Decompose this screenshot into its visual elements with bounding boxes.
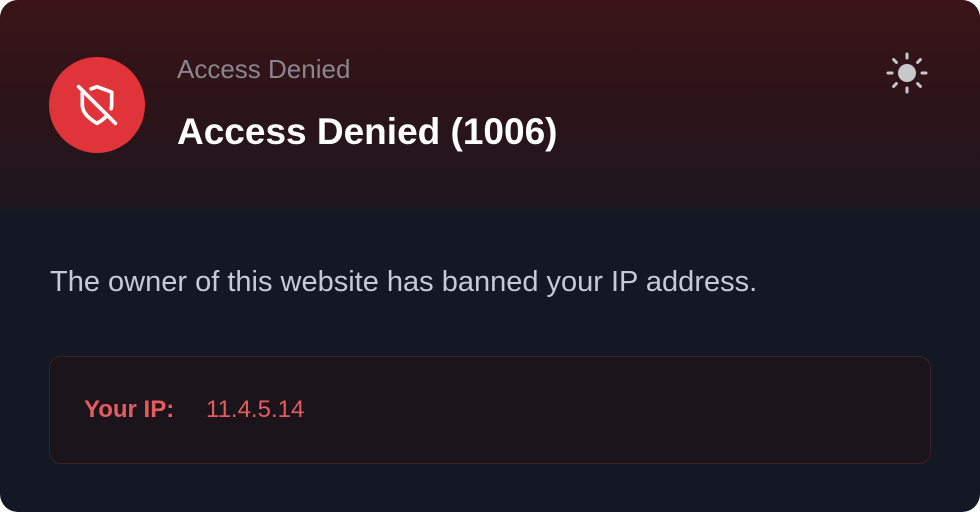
ip-info-box: Your IP: 11.4.5.14	[49, 356, 931, 464]
ip-label: Your IP:	[84, 396, 175, 423]
error-eyebrow: Access Denied	[177, 54, 351, 84]
sun-icon	[886, 52, 928, 94]
error-header: Access Denied Access Denied (1006)	[0, 0, 980, 209]
error-card: Access Denied Access Denied (1006) The o…	[0, 0, 980, 512]
shield-off-icon	[76, 84, 118, 126]
error-badge	[49, 57, 145, 153]
theme-toggle-button[interactable]	[884, 50, 930, 96]
page-title: Access Denied (1006)	[177, 111, 558, 152]
ban-message: The owner of this website has banned you…	[50, 266, 758, 298]
ip-value: 11.4.5.14	[206, 396, 305, 423]
